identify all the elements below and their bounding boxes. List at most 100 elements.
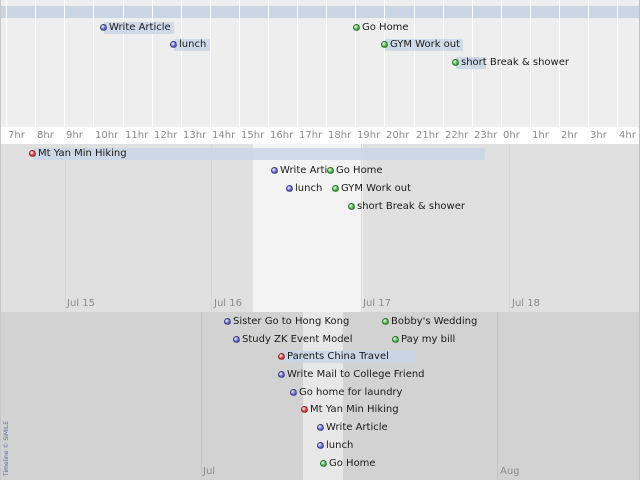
timeline-band-days[interactable]: Mt Yan Min Hiking Write Article Go Home … xyxy=(0,144,640,312)
event-label: Go Home xyxy=(336,165,383,176)
date-label: Jul 17 xyxy=(363,298,391,309)
event-gym-work-out[interactable]: GYM Work out xyxy=(332,182,414,196)
hour-gridline xyxy=(617,0,618,144)
timeline-band-hours[interactable]: hr7hr8hr9hr10hr11hr12hr13hr14hr15hr16hr1… xyxy=(0,0,640,144)
hour-label: 12hr xyxy=(154,130,178,141)
event-parents-china-travel[interactable]: Parents China Travel xyxy=(278,350,418,364)
hour-gridline xyxy=(93,0,94,144)
event-label: short Break & shower xyxy=(461,57,569,68)
hour-gridline xyxy=(530,0,531,144)
event-pay-my-bill[interactable]: Pay my bill xyxy=(392,333,462,347)
event-lunch[interactable]: lunch xyxy=(286,182,326,196)
event-mt-yan-min-hiking[interactable]: Mt Yan Min Hiking xyxy=(301,403,411,417)
event-dot-icon xyxy=(224,318,231,325)
event-dot-icon xyxy=(290,389,297,396)
hour-label: 4hr xyxy=(619,130,636,141)
hour-gridline xyxy=(35,0,36,144)
event-dot-icon xyxy=(452,59,459,66)
event-dot-icon xyxy=(348,203,355,210)
hour-gridline xyxy=(268,0,269,144)
event-short-break-shower[interactable]: short Break & shower xyxy=(348,200,468,214)
event-label: Go Home xyxy=(329,458,376,469)
hour-label: 9hr xyxy=(66,130,83,141)
event-go-home-for-laundry[interactable]: Go home for laundry xyxy=(290,386,410,400)
event-dot-icon xyxy=(327,167,334,174)
event-write-mail-to-college-friend[interactable]: Write Mail to College Friend xyxy=(278,368,428,382)
hour-label: 8hr xyxy=(37,130,54,141)
hour-label: 15hr xyxy=(241,130,265,141)
timeline-band-months[interactable]: Sister Go to Hong Kong Bobby's Wedding S… xyxy=(0,312,640,480)
day-gridline xyxy=(509,144,510,312)
event-label: Mt Yan Min Hiking xyxy=(310,404,399,415)
event-dot-icon xyxy=(301,406,308,413)
event-sister-go-to-hong-kong[interactable]: Sister Go to Hong Kong xyxy=(224,315,354,329)
hour-label: 14hr xyxy=(212,130,236,141)
hour-label: 20hr xyxy=(386,130,410,141)
event-label: lunch xyxy=(179,39,207,50)
event-lunch[interactable]: lunch xyxy=(317,439,367,453)
hour-label: 19hr xyxy=(357,130,381,141)
hour-gridline xyxy=(414,0,415,144)
event-dot-icon xyxy=(353,24,360,31)
event-lunch[interactable]: lunch xyxy=(170,38,210,52)
event-label: Write Article xyxy=(326,422,388,433)
event-dot-icon xyxy=(170,41,177,48)
hour-gridline xyxy=(559,0,560,144)
event-label: lunch xyxy=(295,183,323,194)
hour-gridline xyxy=(64,0,65,144)
event-dot-icon xyxy=(100,24,107,31)
event-go-home[interactable]: Go Home xyxy=(353,21,413,35)
simile-copyright-link[interactable]: Timeline © SIMILE xyxy=(3,421,10,476)
hour-gridline xyxy=(6,0,7,144)
event-dot-icon xyxy=(29,150,36,157)
event-gym-work-out[interactable]: GYM Work out xyxy=(381,38,463,52)
event-label: lunch xyxy=(326,440,354,451)
event-write-article[interactable]: Write Article xyxy=(100,21,174,35)
hour-label: 1hr xyxy=(532,130,549,141)
date-label: Aug xyxy=(500,466,520,477)
hour-gridline xyxy=(297,0,298,144)
event-write-article[interactable]: Write Article xyxy=(271,164,333,178)
event-go-home[interactable]: Go Home xyxy=(327,164,387,178)
hour-gridline xyxy=(181,0,182,144)
hour-gridline xyxy=(501,0,502,144)
hour-gridline xyxy=(239,0,240,144)
date-label: Jul 16 xyxy=(214,298,242,309)
date-label: Jul xyxy=(203,466,216,477)
hour-label: 13hr xyxy=(183,130,207,141)
month-gridline xyxy=(201,312,202,480)
event-label: Go home for laundry xyxy=(299,387,403,398)
event-go-home[interactable]: Go Home xyxy=(320,457,380,471)
event-dot-icon xyxy=(271,167,278,174)
event-mt-yan-min-hiking[interactable]: Mt Yan Min Hiking xyxy=(29,147,489,161)
event-label: GYM Work out xyxy=(341,183,412,194)
event-bobbys-wedding[interactable]: Bobby's Wedding xyxy=(382,315,482,329)
hour-band-top-strip xyxy=(1,6,640,18)
event-label: Pay my bill xyxy=(401,334,456,345)
event-dot-icon xyxy=(382,318,389,325)
event-label: Write Article xyxy=(109,22,171,33)
event-dot-icon xyxy=(317,424,324,431)
event-label: Mt Yan Min Hiking xyxy=(38,148,127,159)
hour-gridline xyxy=(326,0,327,144)
hour-gridline xyxy=(210,0,211,144)
event-dot-icon xyxy=(381,41,388,48)
hour-label: 21hr xyxy=(416,130,440,141)
event-dot-icon xyxy=(317,442,324,449)
event-label: Write Article xyxy=(280,165,332,176)
event-label: Study ZK Event Model xyxy=(242,334,353,345)
event-dot-icon xyxy=(332,185,339,192)
event-label: Go Home xyxy=(362,22,409,33)
hour-label: 18hr xyxy=(328,130,352,141)
event-study-zk-event-model[interactable]: Study ZK Event Model xyxy=(233,333,363,347)
day-gridline xyxy=(211,144,212,312)
hour-label: 11hr xyxy=(125,130,149,141)
hour-label: 23hr xyxy=(474,130,498,141)
event-dot-icon xyxy=(278,371,285,378)
event-write-article[interactable]: Write Article xyxy=(317,421,397,435)
event-short-break-shower[interactable]: short Break & shower xyxy=(452,56,572,70)
date-label: Jul 18 xyxy=(512,298,540,309)
hour-label: 22hr xyxy=(445,130,469,141)
event-label: Parents China Travel xyxy=(287,351,389,362)
day-gridline xyxy=(65,144,66,312)
